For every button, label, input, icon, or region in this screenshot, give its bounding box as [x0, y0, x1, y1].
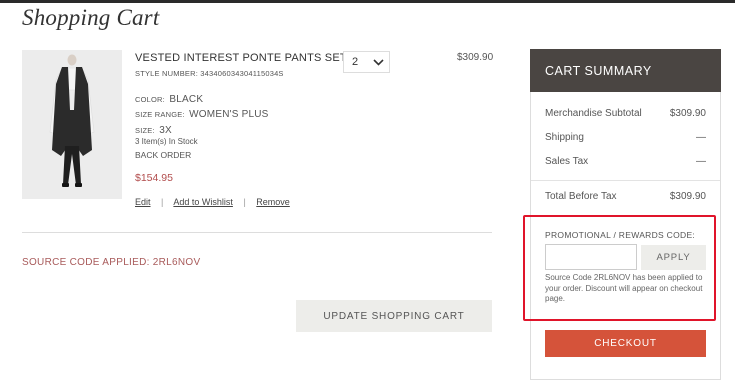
link-separator: |: [161, 197, 164, 207]
summary-divider: [531, 180, 720, 181]
update-shopping-cart-button[interactable]: UPDATE SHOPPING CART: [296, 300, 492, 332]
color-label: COLOR:: [135, 95, 165, 104]
promo-code-label: PROMOTIONAL / REWARDS CODE:: [545, 230, 696, 240]
line-total: $309.90: [457, 52, 494, 63]
product-size: SIZE: 3X: [135, 120, 172, 138]
divider: [22, 232, 492, 233]
chevron-down-icon: [368, 52, 389, 72]
link-separator: |: [243, 197, 246, 207]
product-name[interactable]: VESTED INTEREST PONTE PANTS SET: [135, 52, 347, 64]
source-code-applied: SOURCE CODE APPLIED: 2RL6NOV: [22, 257, 201, 268]
item-price: $154.95: [135, 172, 173, 184]
size-range-value: WOMEN'S PLUS: [189, 109, 269, 120]
cart-summary-title: CART SUMMARY: [545, 64, 652, 78]
style-number: STYLE NUMBER: 343406034304115034S: [135, 69, 284, 78]
summary-label: Sales Tax: [545, 156, 589, 167]
promo-note: Source Code 2RL6NOV has been applied to …: [545, 273, 703, 303]
size-label: SIZE:: [135, 126, 155, 135]
summary-label: Shipping: [545, 132, 584, 143]
cart-summary-header: CART SUMMARY: [530, 49, 721, 92]
top-bar: [0, 0, 735, 3]
total-label: Total Before Tax: [545, 191, 617, 202]
edit-link[interactable]: Edit: [135, 197, 151, 207]
checkout-button[interactable]: CHECKOUT: [545, 330, 706, 357]
page-title: Shopping Cart: [22, 5, 160, 30]
item-actions: Edit | Add to Wishlist | Remove: [135, 197, 290, 207]
quantity-value: 2: [352, 56, 359, 68]
apply-button[interactable]: APPLY: [641, 245, 706, 270]
remove-link[interactable]: Remove: [256, 197, 290, 207]
size-range-label: SIZE RANGE:: [135, 110, 185, 119]
product-image[interactable]: [22, 50, 122, 199]
quantity-select[interactable]: 2: [343, 51, 390, 73]
add-to-wishlist-link[interactable]: Add to Wishlist: [173, 197, 233, 207]
summary-label: Merchandise Subtotal: [545, 108, 642, 119]
summary-value: —: [696, 132, 706, 143]
summary-value: —: [696, 156, 706, 167]
size-value: 3X: [159, 125, 172, 136]
total-value: $309.90: [669, 191, 706, 202]
promo-code-input[interactable]: [545, 244, 637, 270]
product-photo: [22, 50, 122, 199]
stock-status: 3 Item(s) In Stock: [135, 137, 198, 146]
summary-value: $309.90: [669, 108, 706, 119]
back-order-status: BACK ORDER: [135, 150, 192, 160]
